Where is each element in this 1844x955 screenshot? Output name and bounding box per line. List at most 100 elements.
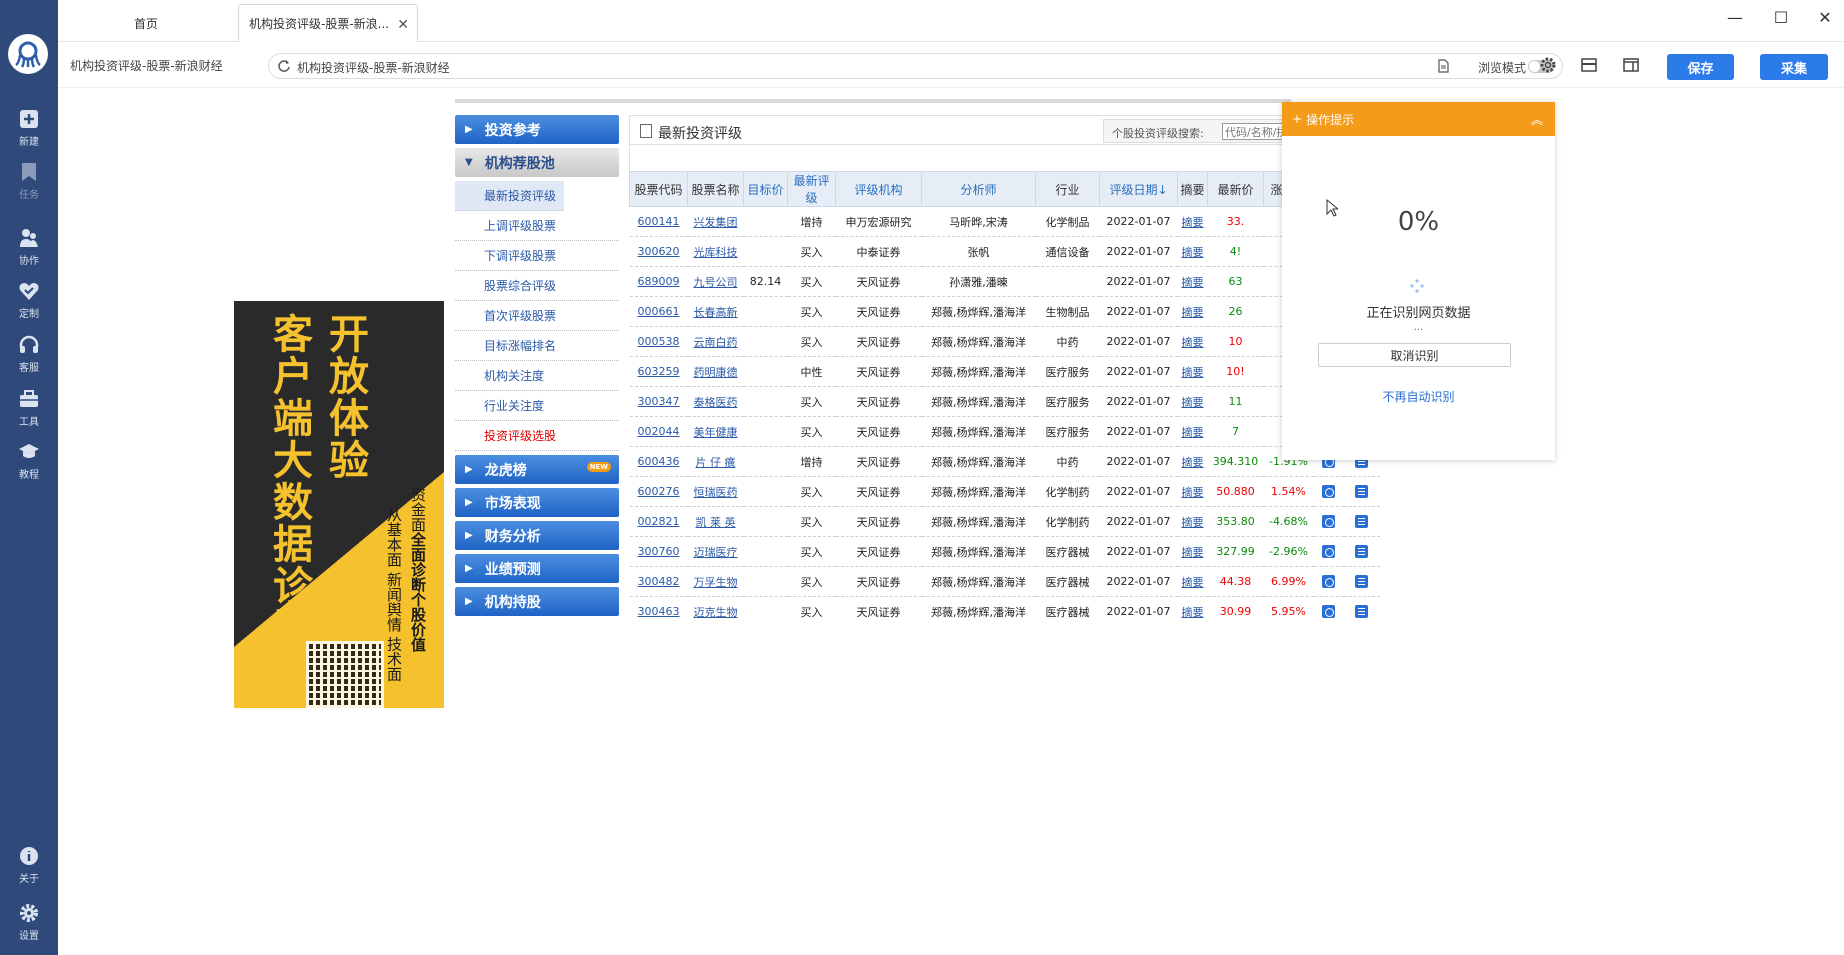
menu-sub-select[interactable]: 投资评级选股	[455, 421, 619, 451]
summary-link[interactable]: 摘要	[1182, 606, 1204, 619]
stock-name-link[interactable]: 迈克生物	[694, 606, 738, 619]
summary-link[interactable]: 摘要	[1182, 516, 1204, 529]
gear-icon[interactable]	[1539, 56, 1557, 74]
list-icon[interactable]	[1355, 485, 1368, 499]
table-header-cell[interactable]: 分析师	[921, 171, 1036, 207]
stock-name-link[interactable]: 片 仔 癀	[696, 456, 736, 469]
maximize-icon[interactable]: ☐	[1766, 8, 1796, 27]
no-auto-recognize-link[interactable]: 不再自动识别	[1282, 388, 1555, 405]
stock-code-link[interactable]: 000661	[638, 305, 680, 318]
nav-tutorial[interactable]: 教程	[0, 436, 58, 486]
list-icon[interactable]	[1355, 605, 1368, 619]
menu-pool[interactable]: ▼ 机构荐股池	[455, 148, 619, 177]
panel-header[interactable]: + 操作提示 ︽	[1282, 102, 1555, 136]
stock-code-link[interactable]: 300347	[638, 395, 680, 408]
list-icon[interactable]	[1355, 545, 1368, 559]
summary-link[interactable]: 摘要	[1182, 336, 1204, 349]
nav-custom[interactable]: 定制	[0, 275, 58, 325]
stock-code-link[interactable]: 689009	[638, 275, 680, 288]
panel-icon[interactable]	[1622, 56, 1640, 74]
document-icon[interactable]	[1436, 59, 1450, 73]
ad-banner[interactable]: 开放体验 客户端大数据诊股 资金面全面诊断个股价值 从基本面 新闻舆情 技术面	[234, 301, 444, 708]
summary-link[interactable]: 摘要	[1182, 246, 1204, 259]
menu-sub-target[interactable]: 目标涨幅排名	[455, 331, 619, 361]
nav-collab[interactable]: 协作	[0, 222, 58, 272]
url-text[interactable]: 机构投资评级-股票-新浪财经	[297, 59, 450, 76]
app-logo[interactable]	[8, 34, 48, 74]
close-window-icon[interactable]: ✕	[1810, 8, 1840, 27]
menu-sub-latest[interactable]: 最新投资评级	[455, 181, 564, 211]
nav-new[interactable]: 新建	[0, 103, 58, 153]
stock-name-link[interactable]: 泰格医药	[694, 396, 738, 409]
refresh-icon[interactable]	[277, 59, 291, 73]
menu-forecast[interactable]: ▶ 业绩预测	[455, 554, 619, 583]
stock-name-link[interactable]: 云南白药	[694, 336, 738, 349]
window-icon[interactable]	[1580, 56, 1598, 74]
table-header-cell[interactable]: 评级日期↓	[1099, 171, 1178, 207]
minimize-icon[interactable]: —	[1720, 8, 1750, 27]
tab-close-icon[interactable]: ✕	[397, 17, 409, 33]
nav-about[interactable]: 关于	[0, 840, 58, 890]
menu-sub-upgrade[interactable]: 上调评级股票	[455, 211, 619, 241]
stock-code-link[interactable]: 600276	[638, 485, 680, 498]
stock-name-link[interactable]: 万孚生物	[694, 576, 738, 589]
eye-icon[interactable]	[1322, 575, 1335, 589]
stock-name-link[interactable]: 恒瑞医药	[694, 486, 738, 499]
stock-name-link[interactable]: 长春高新	[694, 306, 738, 319]
stock-name-link[interactable]: 凯 莱 英	[696, 516, 736, 529]
menu-dragon[interactable]: ▶ 龙虎榜 NEW	[455, 455, 619, 484]
stock-code-link[interactable]: 603259	[638, 365, 680, 378]
collect-button[interactable]: 采集	[1760, 54, 1828, 80]
nav-settings[interactable]: 设置	[0, 897, 58, 947]
summary-link[interactable]: 摘要	[1182, 456, 1204, 469]
table-header-cell[interactable]: 评级机构	[835, 171, 922, 207]
table-header-cell[interactable]: 目标价	[743, 171, 788, 207]
eye-icon[interactable]	[1322, 545, 1335, 559]
menu-finance[interactable]: ▶ 财务分析	[455, 521, 619, 550]
stock-name-link[interactable]: 美年健康	[694, 426, 738, 439]
stock-code-link[interactable]: 300760	[638, 545, 680, 558]
tab-home[interactable]: 首页	[58, 4, 234, 42]
stock-code-link[interactable]: 300620	[638, 245, 680, 258]
nav-tools[interactable]: 工具	[0, 383, 58, 433]
stock-code-link[interactable]: 300482	[638, 575, 680, 588]
summary-link[interactable]: 摘要	[1182, 306, 1204, 319]
summary-link[interactable]: 摘要	[1182, 396, 1204, 409]
save-button[interactable]: 保存	[1667, 54, 1734, 80]
summary-link[interactable]: 摘要	[1182, 546, 1204, 559]
stock-code-link[interactable]: 002821	[638, 515, 680, 528]
stock-code-link[interactable]: 002044	[638, 425, 680, 438]
list-icon[interactable]	[1355, 575, 1368, 589]
menu-sub-inst-attention[interactable]: 机构关注度	[455, 361, 619, 391]
menu-sub-downgrade[interactable]: 下调评级股票	[455, 241, 619, 271]
stock-name-link[interactable]: 迈瑞医疗	[694, 546, 738, 559]
eye-icon[interactable]	[1322, 515, 1335, 529]
nav-task[interactable]: 任务	[0, 156, 58, 206]
summary-link[interactable]: 摘要	[1182, 486, 1204, 499]
menu-invest-ref[interactable]: ▶ 投资参考	[455, 115, 619, 144]
list-icon[interactable]	[1355, 515, 1368, 529]
tab-active[interactable]: 机构投资评级-股票-新浪... ✕	[238, 4, 418, 42]
stock-code-link[interactable]: 000538	[638, 335, 680, 348]
stock-name-link[interactable]: 光库科技	[694, 246, 738, 259]
menu-market[interactable]: ▶ 市场表现	[455, 488, 619, 517]
stock-code-link[interactable]: 300463	[638, 605, 680, 618]
chevron-up-icon[interactable]: ︽	[1531, 111, 1543, 128]
summary-link[interactable]: 摘要	[1182, 366, 1204, 379]
summary-link[interactable]: 摘要	[1182, 576, 1204, 589]
menu-sub-industry-attention[interactable]: 行业关注度	[455, 391, 619, 421]
menu-sub-first[interactable]: 首次评级股票	[455, 301, 619, 331]
url-bar[interactable]: 机构投资评级-股票-新浪财经 浏览模式	[268, 53, 1563, 79]
cancel-recognition-button[interactable]: 取消识别	[1318, 343, 1511, 367]
eye-icon[interactable]	[1322, 485, 1335, 499]
eye-icon[interactable]	[1322, 605, 1335, 619]
menu-sub-composite[interactable]: 股票综合评级	[455, 271, 619, 301]
menu-holdings[interactable]: ▶ 机构持股	[455, 587, 619, 616]
summary-link[interactable]: 摘要	[1182, 216, 1204, 229]
stock-code-link[interactable]: 600141	[638, 215, 680, 228]
stock-name-link[interactable]: 九号公司	[694, 276, 738, 289]
summary-link[interactable]: 摘要	[1182, 426, 1204, 439]
stock-name-link[interactable]: 兴发集团	[694, 216, 738, 229]
stock-code-link[interactable]: 600436	[638, 455, 680, 468]
summary-link[interactable]: 摘要	[1182, 276, 1204, 289]
